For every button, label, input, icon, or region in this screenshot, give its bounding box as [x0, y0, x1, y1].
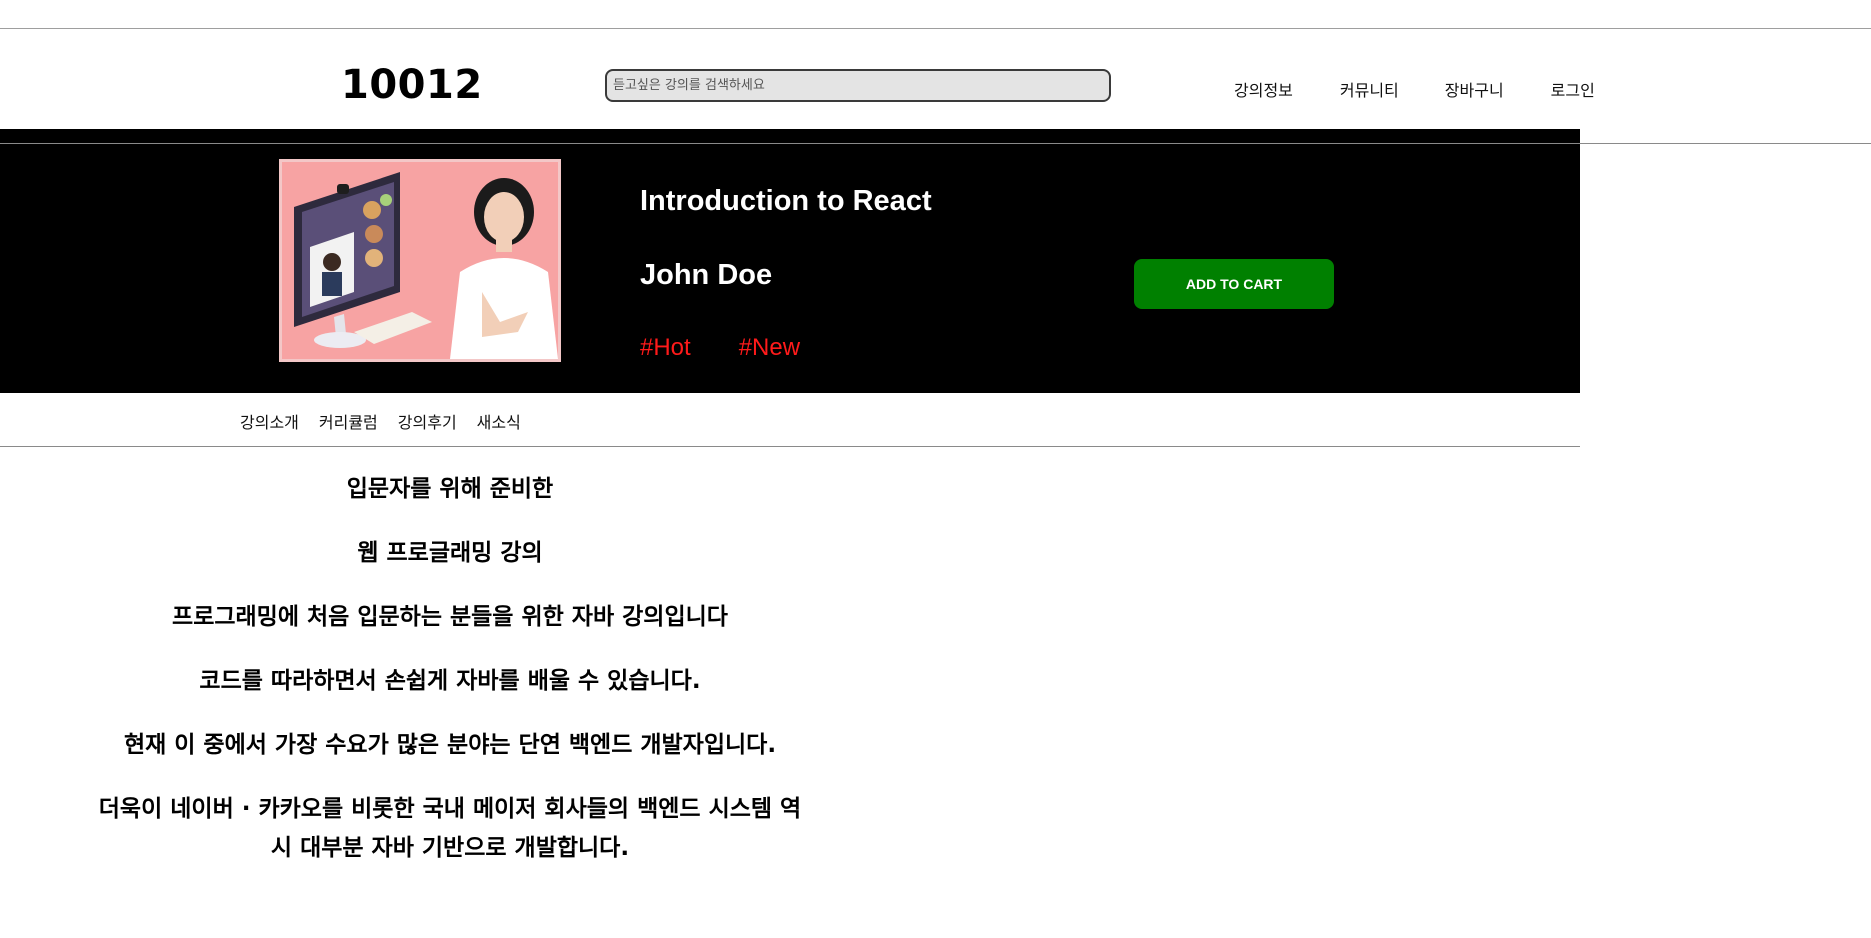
nav-cart[interactable]: 장바구니	[1445, 77, 1504, 101]
course-tags: #Hot #New	[640, 334, 800, 362]
tag-new: #New	[738, 334, 801, 361]
nav-community[interactable]: 커뮤니티	[1340, 77, 1399, 101]
tab-reviews[interactable]: 강의후기	[398, 409, 457, 433]
description-line: 현재 이 중에서 가장 수요가 많은 분야는 단연 백엔드 개발자입니다.	[123, 732, 777, 758]
tabs-divider	[0, 446, 1580, 447]
add-to-cart-button[interactable]: ADD TO CART	[1134, 259, 1334, 309]
course-description: 입문자를 위해 준비한 웹 프로글래밍 강의 프로그래밍에 처음 입문하는 분들…	[90, 470, 810, 893]
main-nav: 강의정보 커뮤니티 장바구니 로그인	[1234, 77, 1595, 101]
site-logo[interactable]: 10012	[341, 65, 483, 105]
search-input[interactable]	[605, 69, 1111, 102]
hero-divider	[0, 143, 1871, 144]
nav-login[interactable]: 로그인	[1551, 77, 1595, 101]
description-line: 프로그래밍에 처음 입문하는 분들을 위한 자바 강의입니다	[172, 604, 728, 630]
course-title: Introduction to React	[640, 185, 932, 217]
description-line: 더욱이 네이버 · 카카오를 비롯한 국내 메이저 회사들의 백엔드 시스템 역…	[98, 796, 802, 861]
description-line: 웹 프로글래밍 강의	[357, 540, 543, 566]
tag-hot: #Hot	[640, 334, 691, 361]
tab-news[interactable]: 새소식	[477, 409, 521, 433]
description-line: 입문자를 위해 준비한	[346, 476, 554, 502]
tab-curriculum[interactable]: 커리큘럼	[319, 409, 378, 433]
nav-course-info[interactable]: 강의정보	[1234, 77, 1293, 101]
tab-introduction[interactable]: 강의소개	[240, 409, 299, 433]
instructor-name: John Doe	[640, 259, 773, 291]
site-header: 10012 강의정보 커뮤니티 장바구니 로그인	[0, 29, 1871, 129]
description-line: 코드를 따라하면서 손쉽게 자바를 배울 수 있습니다.	[199, 668, 701, 694]
course-thumbnail	[279, 159, 561, 362]
course-tabs: 강의소개 커리큘럼 강의후기 새소식	[240, 409, 521, 433]
online-lecture-illustration	[282, 162, 558, 359]
